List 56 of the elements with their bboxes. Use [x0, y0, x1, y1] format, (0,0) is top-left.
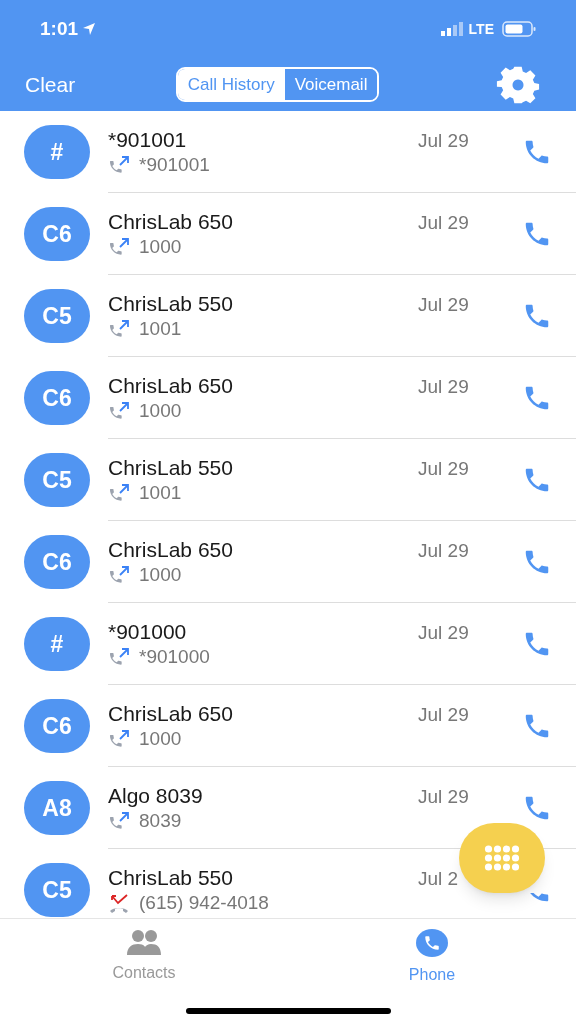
call-row[interactable]: C6 ChrisLab 650 1000 Jul 29 [0, 521, 576, 603]
outgoing-call-icon [108, 810, 130, 831]
people-icon [125, 929, 163, 955]
call-row[interactable]: C6 ChrisLab 650 1000 Jul 29 [0, 357, 576, 439]
phone-icon [416, 929, 448, 957]
outgoing-call-icon [108, 318, 130, 339]
phone-number: 1000 [139, 234, 182, 259]
outgoing-call-icon [108, 154, 130, 175]
phone-number: 1000 [139, 398, 182, 423]
outgoing-call-icon [108, 564, 130, 585]
contact-name: ChrisLab 650 [108, 372, 234, 399]
network-label: LTE [468, 19, 494, 39]
contact-name: ChrisLab 550 [108, 290, 234, 317]
call-date: Jul 29 [418, 293, 470, 317]
battery-icon [502, 21, 536, 37]
contact-name: ChrisLab 550 [108, 454, 234, 481]
call-row[interactable]: C6 ChrisLab 650 1000 Jul 29 [0, 685, 576, 767]
contact-name: *901000 [108, 618, 188, 645]
outgoing-call-icon [108, 236, 130, 257]
phone-number: 1001 [139, 480, 182, 505]
contact-name: ChrisLab 550 [108, 865, 234, 891]
status-time: 1:01 [40, 16, 79, 41]
outgoing-call-icon [108, 728, 130, 749]
call-date: Jul 29 [418, 375, 470, 399]
contact-name: Algo 8039 [108, 782, 204, 809]
call-row[interactable]: # *901001 *901001 Jul 29 [0, 111, 576, 193]
phone-number: 1000 [139, 562, 182, 587]
call-row[interactable]: C5 ChrisLab 550 1001 Jul 29 [0, 439, 576, 521]
outgoing-call-icon [108, 400, 130, 421]
outgoing-call-icon [108, 646, 130, 667]
contact-name: ChrisLab 650 [108, 700, 234, 727]
signal-icon [440, 22, 465, 36]
call-date: Jul 29 [418, 457, 470, 481]
call-date: Jul 29 [418, 785, 470, 809]
call-date: Jul 2 [418, 867, 460, 891]
phone-number: 1000 [139, 726, 182, 751]
phone-number: (615) 942-4018 [139, 891, 269, 915]
outgoing-call-icon [108, 482, 130, 503]
call-date: Jul 29 [418, 621, 470, 645]
phone-number: 8039 [139, 808, 182, 833]
phone-number: *901001 [139, 152, 210, 177]
call-date: Jul 29 [418, 539, 470, 563]
call-row[interactable]: C6 ChrisLab 650 1000 Jul 29 [0, 193, 576, 275]
missed-call-icon [108, 893, 130, 913]
location-arrow-icon [82, 22, 97, 36]
contact-name: ChrisLab 650 [108, 208, 234, 235]
contact-name: ChrisLab 650 [108, 536, 234, 563]
call-row[interactable]: C5 ChrisLab 550 1001 Jul 29 [0, 275, 576, 357]
call-row[interactable]: # *901000 *901000 Jul 29 [0, 603, 576, 685]
phone-number: 1001 [139, 316, 182, 341]
call-date: Jul 29 [418, 211, 470, 235]
phone-number: *901000 [139, 644, 210, 669]
dialpad-icon [484, 843, 520, 873]
call-date: Jul 29 [418, 703, 470, 727]
call-date: Jul 29 [418, 129, 470, 153]
contact-name: *901001 [108, 126, 188, 153]
